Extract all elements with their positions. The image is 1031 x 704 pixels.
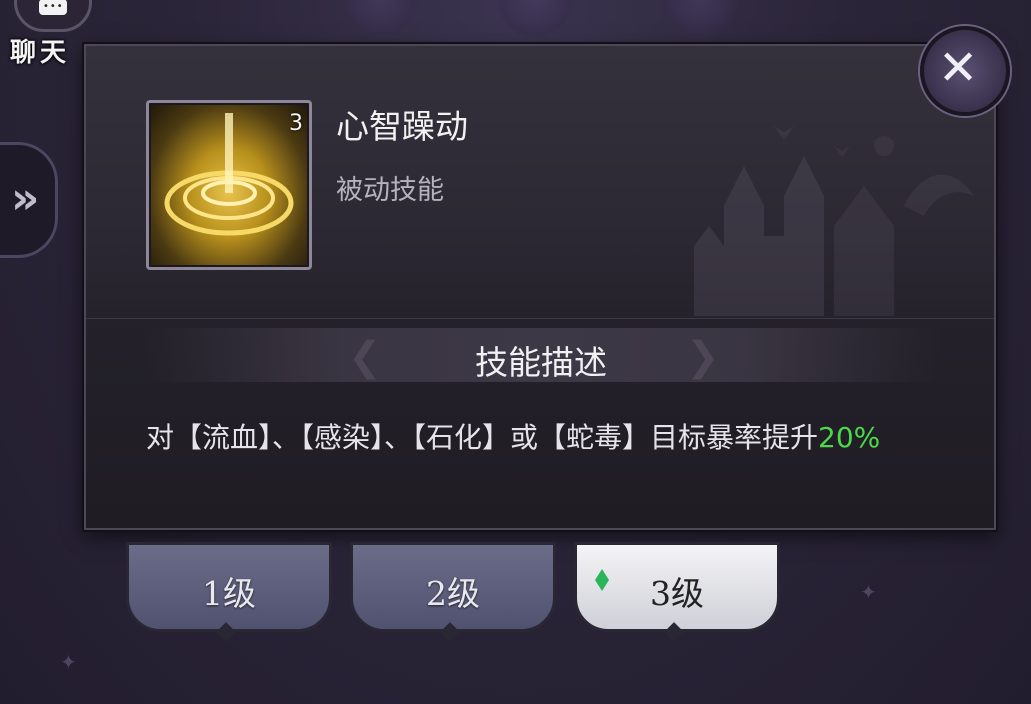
skill-icon: 3 bbox=[146, 100, 312, 270]
chat-label: 聊天 bbox=[10, 38, 71, 68]
top-menu-icon[interactable] bbox=[660, 0, 740, 40]
level-tab-label: 1级 bbox=[202, 574, 256, 613]
level-tab-label: 2级 bbox=[426, 574, 480, 613]
description-header: 技能描述 bbox=[475, 343, 607, 382]
level-tab-2[interactable]: 2级 bbox=[350, 542, 556, 642]
castle-background-art bbox=[694, 126, 974, 316]
skill-type: 被动技能 bbox=[336, 175, 444, 206]
skill-header-area: 3 心智躁动 被动技能 bbox=[86, 46, 994, 319]
sparkle-decoration: ✦ bbox=[860, 580, 877, 604]
tab-notch bbox=[440, 622, 460, 642]
top-menu-icon[interactable] bbox=[340, 0, 420, 40]
game-screen: ••• 聊天 » ✦ ✦ 3 心智躁动 被动技能 ❮ ❯ 技能描述 对【流血】、… bbox=[0, 0, 1031, 704]
tab-notch bbox=[664, 622, 684, 642]
close-button[interactable]: ✕ bbox=[920, 26, 1010, 116]
golden-vortex-icon bbox=[164, 113, 294, 236]
description-text: 对【流血】、【感染】、【石化】或【蛇毒】目标暴率提升 bbox=[146, 421, 819, 454]
top-menu-icon[interactable] bbox=[495, 0, 575, 40]
description-highlight-value: 20% bbox=[818, 421, 881, 454]
chat-bubble-icon: ••• bbox=[14, 0, 92, 32]
chevron-right-icon: » bbox=[11, 173, 40, 224]
skill-level-badge: 3 bbox=[289, 111, 303, 136]
skill-detail-panel: 3 心智躁动 被动技能 ❮ ❯ 技能描述 对【流血】、【感染】、【石化】或【蛇毒… bbox=[84, 44, 996, 530]
level-tab-1[interactable]: 1级 bbox=[126, 542, 332, 642]
sparkle-decoration: ✦ bbox=[60, 650, 77, 674]
skill-description: 对【流血】、【感染】、【石化】或【蛇毒】目标暴率提升20% bbox=[146, 418, 946, 458]
tab-notch bbox=[216, 622, 236, 642]
close-icon: ✕ bbox=[938, 40, 979, 96]
side-expand-tab[interactable]: » bbox=[0, 142, 58, 258]
level-tab-3[interactable]: 3级 bbox=[574, 542, 780, 642]
skill-name: 心智躁动 bbox=[336, 107, 468, 146]
level-tab-label: 3级 bbox=[650, 574, 704, 613]
